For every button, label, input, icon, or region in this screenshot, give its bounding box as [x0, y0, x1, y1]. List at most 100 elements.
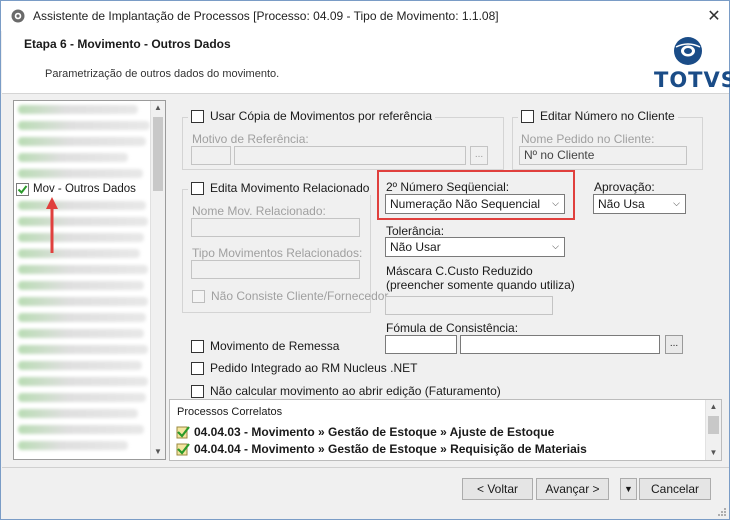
voltar-button[interactable]: < Voltar	[462, 478, 533, 500]
copia-checkbox[interactable]	[191, 109, 204, 123]
avancar-button[interactable]: Avançar >	[536, 478, 609, 500]
nome-mov-label: Nome Mov. Relacionado:	[192, 204, 326, 218]
list-item[interactable]	[18, 393, 146, 402]
logo-text: TOTVS	[654, 68, 730, 92]
formula-desc-field[interactable]	[460, 335, 660, 354]
motivo-desc-field[interactable]	[234, 146, 466, 165]
copia-checkbox-row[interactable]: Usar Cópia de Movimentos por referência	[188, 109, 436, 123]
active-item-label: Mov - Outros Dados	[33, 183, 136, 195]
app-gear-icon	[11, 9, 25, 23]
list-item[interactable]	[18, 313, 146, 322]
scroll-up-icon[interactable]: ▲	[706, 400, 721, 414]
scroll-up-icon[interactable]: ▲	[151, 101, 165, 115]
list-item[interactable]	[18, 169, 143, 178]
editar-numero-checkbox-row[interactable]: Editar Número no Cliente	[518, 109, 678, 123]
list-item[interactable]	[18, 377, 148, 386]
steps-list[interactable]: Mov - Outros Dados ▲ ▼	[13, 100, 166, 460]
correlatos-header: Processos Correlatos	[177, 406, 283, 418]
steps-scrollbar[interactable]: ▲ ▼	[150, 101, 165, 459]
list-item[interactable]	[18, 297, 148, 306]
motivo-lookup-button[interactable]: ...	[470, 146, 488, 165]
list-item[interactable]	[18, 265, 148, 274]
editar-numero-label: Editar Número no Cliente	[540, 109, 675, 123]
list-item-active[interactable]: Mov - Outros Dados	[16, 181, 136, 197]
tolerancia-label: Tolerância:	[386, 224, 445, 238]
green-check-icon	[16, 182, 29, 196]
tipos-mov-field[interactable]	[191, 260, 360, 279]
editar-numero-checkbox[interactable]	[521, 109, 534, 123]
mascara-field[interactable]	[385, 296, 553, 315]
nao-calcular-label: Não calcular movimento ao abrir edição (…	[210, 384, 501, 398]
pedido-label: Nome Pedido no Cliente:	[521, 132, 655, 146]
remessa-label: Movimento de Remessa	[210, 339, 340, 353]
list-item[interactable]	[18, 249, 140, 258]
integrado-row[interactable]: Pedido Integrado ao RM Nucleus .NET	[191, 361, 417, 375]
nao-consiste-checkbox[interactable]	[192, 289, 205, 303]
list-item[interactable]	[18, 201, 146, 210]
formula-lookup-button[interactable]: ...	[665, 335, 683, 354]
list-item[interactable]	[18, 361, 142, 370]
nao-consiste-label: Não Consiste Cliente/Fornecedor	[211, 289, 389, 303]
scroll-down-icon[interactable]: ▼	[151, 445, 165, 459]
cancelar-button[interactable]: Cancelar	[639, 478, 711, 500]
list-item[interactable]	[18, 137, 146, 146]
list-item[interactable]	[18, 425, 144, 434]
correlatos-scrollbar[interactable]: ▲ ▼	[705, 400, 721, 460]
red-arrow-icon	[46, 197, 58, 253]
window-title: Assistente de Implantação de Processos […	[33, 9, 499, 23]
resize-grip-icon[interactable]	[717, 507, 727, 517]
relacionado-checkbox-row[interactable]: Edita Movimento Relacionado	[188, 181, 373, 195]
list-item[interactable]	[18, 105, 138, 114]
split-dropdown-button[interactable]: ▼	[620, 478, 637, 500]
motivo-label: Motivo de Referência:	[192, 132, 309, 146]
aprovacao-label: Aprovação:	[594, 180, 655, 194]
chevron-down-icon: ⌵	[552, 241, 559, 251]
nao-calcular-row[interactable]: Não calcular movimento ao abrir edição (…	[191, 384, 501, 398]
aprovacao-value: Não Usa	[598, 197, 645, 211]
tolerancia-value: Não Usar	[390, 240, 441, 254]
list-item[interactable]	[18, 233, 144, 242]
list-item[interactable]	[18, 281, 144, 290]
list-item[interactable]	[18, 345, 148, 354]
footer-divider	[2, 467, 729, 468]
integrado-label: Pedido Integrado ao RM Nucleus .NET	[210, 361, 418, 375]
list-item[interactable]	[18, 329, 144, 338]
nao-calcular-checkbox[interactable]	[191, 384, 204, 398]
correlato-label: 04.04.03 - Movimento » Gestão de Estoque…	[194, 425, 555, 439]
wizard-header: Etapa 6 - Movimento - Outros Dados Param…	[2, 31, 730, 94]
integrado-checkbox[interactable]	[191, 361, 204, 375]
list-item[interactable]	[18, 217, 148, 226]
list-item[interactable]	[18, 441, 128, 450]
list-item[interactable]	[18, 409, 138, 418]
list-item[interactable]: 04.04.03 - Movimento » Gestão de Estoque…	[176, 425, 554, 439]
totvs-logo: TOTVS	[654, 34, 730, 92]
nao-consiste-row[interactable]: Não Consiste Cliente/Fornecedor	[192, 289, 388, 303]
remessa-checkbox[interactable]	[191, 339, 204, 353]
formula-label: Fómula de Consistência:	[386, 321, 519, 335]
mascara-hint: (preencher somente quando utiliza)	[386, 278, 575, 292]
totvs-logo-icon	[674, 37, 702, 65]
step-description: Parametrização de outros dados do movime…	[45, 68, 280, 80]
list-item[interactable]: 04.04.04 - Movimento » Gestão de Estoque…	[176, 442, 587, 456]
correlatos-panel[interactable]: Processos Correlatos 04.04.03 - Moviment…	[169, 399, 722, 461]
correlato-label: 04.04.04 - Movimento » Gestão de Estoque…	[194, 442, 587, 456]
nome-mov-field[interactable]	[191, 218, 360, 237]
copia-checkbox-label: Usar Cópia de Movimentos por referência	[210, 109, 433, 123]
list-item[interactable]	[18, 121, 150, 130]
remessa-row[interactable]: Movimento de Remessa	[191, 339, 339, 353]
close-icon[interactable]: ✕	[699, 1, 729, 31]
red-highlight-box	[377, 170, 575, 220]
formula-code-field[interactable]	[385, 335, 457, 354]
chevron-down-icon: ⌵	[673, 198, 680, 208]
scroll-thumb[interactable]	[153, 117, 163, 191]
scroll-down-icon[interactable]: ▼	[706, 446, 721, 460]
check-doc-icon	[176, 443, 190, 456]
tipos-mov-label: Tipo Movimentos Relacionados:	[192, 246, 363, 260]
list-item[interactable]	[18, 153, 128, 162]
relacionado-checkbox[interactable]	[191, 181, 204, 195]
aprovacao-select[interactable]: Não Usa ⌵	[593, 194, 686, 214]
tolerancia-select[interactable]: Não Usar ⌵	[385, 237, 565, 257]
scroll-thumb[interactable]	[708, 416, 719, 434]
pedido-field[interactable]: Nº no Cliente	[519, 146, 687, 165]
motivo-code-field[interactable]	[191, 146, 231, 165]
